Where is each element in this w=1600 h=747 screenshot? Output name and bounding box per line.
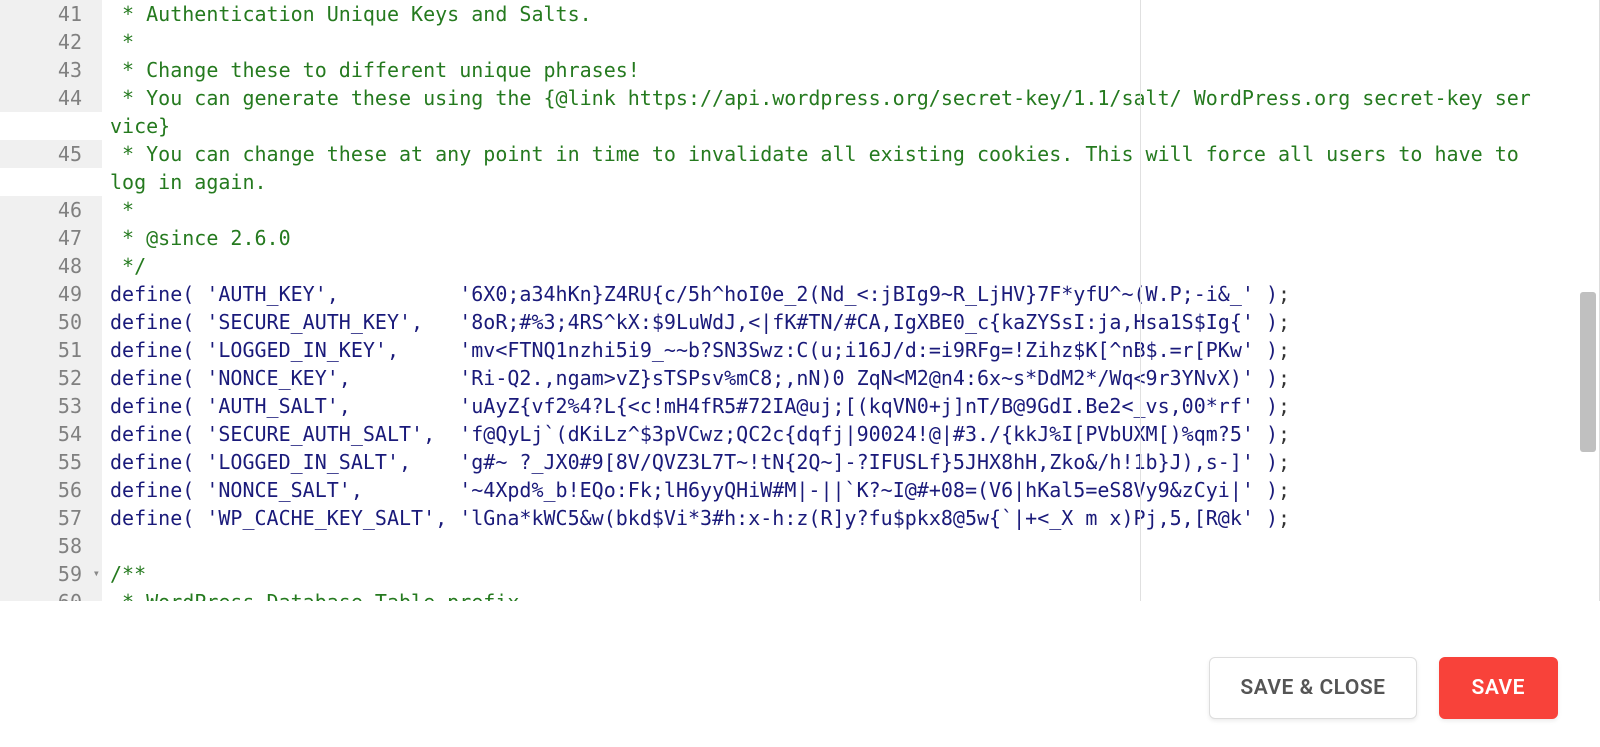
code-line[interactable]: 44 * You can generate these using the {@… xyxy=(0,84,1599,140)
line-number: 58 xyxy=(0,532,102,560)
save-and-close-button[interactable]: SAVE & CLOSE xyxy=(1209,657,1416,719)
line-number: 47 xyxy=(0,224,102,252)
code-content[interactable]: * xyxy=(102,196,1599,224)
line-number: 56 xyxy=(0,476,102,504)
code-content[interactable]: define( 'AUTH_KEY', '6X0;a34hKn}Z4RU{c/5… xyxy=(102,280,1599,308)
code-editor[interactable]: 41 * Authentication Unique Keys and Salt… xyxy=(0,0,1600,601)
print-margin xyxy=(1140,0,1141,601)
line-number: 59▾ xyxy=(0,560,102,588)
line-number: 42 xyxy=(0,28,102,56)
code-line[interactable]: 59▾/** xyxy=(0,560,1599,588)
line-number: 50 xyxy=(0,308,102,336)
code-content[interactable]: */ xyxy=(102,252,1599,280)
line-number: 55 xyxy=(0,448,102,476)
line-number: 49 xyxy=(0,280,102,308)
code-content[interactable]: define( 'NONCE_SALT', '~4Xpd%_b!EQo:Fk;l… xyxy=(102,476,1599,504)
line-number: 43 xyxy=(0,56,102,84)
code-content[interactable]: * WordPress Database Table prefix. xyxy=(102,588,1599,601)
code-line[interactable]: 58 xyxy=(0,532,1599,560)
code-content[interactable]: * Change these to different unique phras… xyxy=(102,56,1599,84)
code-line[interactable]: 50define( 'SECURE_AUTH_KEY', '8oR;#%3;4R… xyxy=(0,308,1599,336)
code-line[interactable]: 60 * WordPress Database Table prefix. xyxy=(0,588,1599,601)
code-line[interactable]: 42 * xyxy=(0,28,1599,56)
code-content[interactable]: * You can generate these using the {@lin… xyxy=(102,84,1599,140)
line-number: 53 xyxy=(0,392,102,420)
code-content[interactable]: define( 'SECURE_AUTH_KEY', '8oR;#%3;4RS^… xyxy=(102,308,1599,336)
line-number: 52 xyxy=(0,364,102,392)
code-line[interactable]: 57define( 'WP_CACHE_KEY_SALT', 'lGna*kWC… xyxy=(0,504,1599,532)
line-number: 60 xyxy=(0,588,102,601)
code-line[interactable]: 55define( 'LOGGED_IN_SALT', 'g#~ ?_JX0#9… xyxy=(0,448,1599,476)
code-line[interactable]: 49define( 'AUTH_KEY', '6X0;a34hKn}Z4RU{c… xyxy=(0,280,1599,308)
code-content[interactable]: * xyxy=(102,28,1599,56)
code-content[interactable]: define( 'AUTH_SALT', 'uAyZ{vf2%4?L{<c!mH… xyxy=(102,392,1599,420)
code-content[interactable]: /** xyxy=(102,560,1599,588)
line-number: 45 xyxy=(0,140,102,168)
code-line[interactable]: 54define( 'SECURE_AUTH_SALT', 'f@QyLj`(d… xyxy=(0,420,1599,448)
code-content[interactable]: define( 'NONCE_KEY', 'Ri-Q2.,ngam>vZ}sTS… xyxy=(102,364,1599,392)
code-line[interactable]: 46 * xyxy=(0,196,1599,224)
line-number: 41 xyxy=(0,0,102,28)
code-content[interactable]: * Authentication Unique Keys and Salts. xyxy=(102,0,1599,28)
code-content[interactable]: define( 'LOGGED_IN_KEY', 'mv<FTNQ1nzhi5i… xyxy=(102,336,1599,364)
code-line[interactable]: 48 */ xyxy=(0,252,1599,280)
code-content[interactable]: * @since 2.6.0 xyxy=(102,224,1599,252)
code-line[interactable]: 41 * Authentication Unique Keys and Salt… xyxy=(0,0,1599,28)
save-button[interactable]: SAVE xyxy=(1439,657,1558,719)
code-line[interactable]: 52define( 'NONCE_KEY', 'Ri-Q2.,ngam>vZ}s… xyxy=(0,364,1599,392)
line-number: 48 xyxy=(0,252,102,280)
fold-toggle-icon[interactable]: ▾ xyxy=(93,567,100,579)
code-content[interactable]: define( 'LOGGED_IN_SALT', 'g#~ ?_JX0#9[8… xyxy=(102,448,1599,476)
code-line[interactable]: 45 * You can change these at any point i… xyxy=(0,140,1599,196)
line-number: 54 xyxy=(0,420,102,448)
code-line[interactable]: 43 * Change these to different unique ph… xyxy=(0,56,1599,84)
action-bar: SAVE & CLOSE SAVE xyxy=(1209,657,1558,719)
line-number: 46 xyxy=(0,196,102,224)
code-line[interactable]: 56define( 'NONCE_SALT', '~4Xpd%_b!EQo:Fk… xyxy=(0,476,1599,504)
code-content[interactable]: define( 'WP_CACHE_KEY_SALT', 'lGna*kWC5&… xyxy=(102,504,1599,532)
code-content[interactable]: define( 'SECURE_AUTH_SALT', 'f@QyLj`(dKi… xyxy=(102,420,1599,448)
code-line[interactable]: 51define( 'LOGGED_IN_KEY', 'mv<FTNQ1nzhi… xyxy=(0,336,1599,364)
line-number: 57 xyxy=(0,504,102,532)
code-line[interactable]: 47 * @since 2.6.0 xyxy=(0,224,1599,252)
line-number: 51 xyxy=(0,336,102,364)
code-line[interactable]: 53define( 'AUTH_SALT', 'uAyZ{vf2%4?L{<c!… xyxy=(0,392,1599,420)
vertical-scrollbar-thumb[interactable] xyxy=(1580,292,1596,452)
line-number: 44 xyxy=(0,84,102,112)
code-content[interactable]: * You can change these at any point in t… xyxy=(102,140,1599,196)
